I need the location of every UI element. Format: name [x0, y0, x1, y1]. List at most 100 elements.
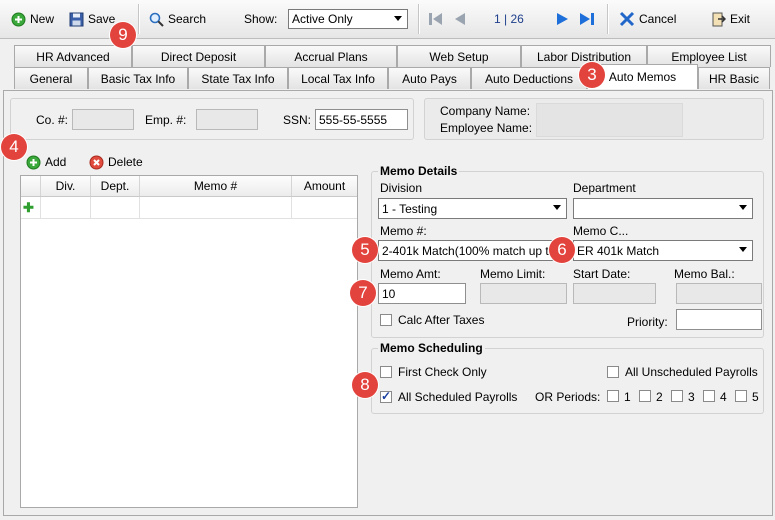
memo-balance-label: Memo Bal.:: [674, 267, 735, 281]
new-row-plus-icon: ✚: [23, 200, 34, 215]
tab-auto-pays[interactable]: Auto Pays: [388, 67, 471, 89]
memo-balance-field[interactable]: [676, 283, 762, 304]
memo-number-select[interactable]: 2-401k Match(100% match up t: [378, 240, 567, 261]
period-3-checkbox[interactable]: [671, 390, 683, 402]
tab-general[interactable]: General: [14, 67, 88, 89]
tab-label: Accrual Plans: [294, 49, 368, 64]
priority-field[interactable]: [676, 309, 762, 330]
tab-label: Direct Deposit: [160, 49, 237, 64]
employee-number-field[interactable]: [196, 109, 258, 130]
floppy-disk-icon: [68, 11, 84, 27]
period-1-label: 1: [624, 390, 631, 404]
grid-row-header: [21, 176, 41, 196]
calc-after-taxes-checkbox[interactable]: [380, 314, 392, 326]
tab-label: Labor Distribution: [536, 49, 632, 64]
first-record-icon[interactable]: [428, 11, 444, 27]
tab-local-tax-info[interactable]: Local Tax Info: [288, 67, 388, 89]
period-2-checkbox[interactable]: [639, 390, 651, 402]
tab-hr-basic[interactable]: HR Basic: [698, 67, 770, 89]
tab-direct-deposit[interactable]: Direct Deposit: [132, 45, 265, 67]
column-header-dept[interactable]: Dept.: [91, 176, 140, 196]
column-header-div[interactable]: Div.: [41, 176, 91, 196]
new-row-indicator[interactable]: ✚: [21, 197, 41, 219]
tab-label: Local Tax Info: [301, 71, 375, 86]
company-number-field[interactable]: [72, 109, 134, 130]
tab-accrual-plans[interactable]: Accrual Plans: [265, 45, 397, 67]
period-4-checkbox[interactable]: [703, 390, 715, 402]
memo-number-value: 2-401k Match(100% match up t: [382, 243, 549, 258]
tab-state-tax-info[interactable]: State Tax Info: [188, 67, 288, 89]
all-scheduled-payrolls-checkbox[interactable]: [380, 389, 392, 403]
memo-amount-field[interactable]: 10: [378, 283, 466, 304]
search-icon: [148, 11, 164, 27]
period-2-label: 2: [656, 390, 663, 404]
all-unscheduled-payrolls-checkbox[interactable]: [607, 366, 619, 378]
show-filter-select[interactable]: Active Only: [288, 9, 408, 29]
grid-cell[interactable]: [41, 197, 91, 219]
toolbar-divider: [607, 4, 609, 34]
tab-label: Web Setup: [429, 49, 489, 64]
column-header-memo[interactable]: Memo #: [140, 176, 292, 196]
previous-record-icon[interactable]: [451, 11, 467, 27]
first-check-only-checkbox[interactable]: [380, 366, 392, 378]
division-value: 1 - Testing: [382, 201, 438, 216]
delete-memo-button[interactable]: Delete: [88, 153, 143, 171]
new-label: New: [30, 12, 55, 26]
grid-cell[interactable]: [292, 197, 357, 219]
callout-badge-5: 5: [352, 237, 378, 263]
exit-button[interactable]: Exit: [710, 10, 750, 28]
callout-badge-7: 7: [350, 280, 376, 306]
memo-limit-field[interactable]: [480, 283, 567, 304]
cancel-button[interactable]: Cancel: [619, 10, 676, 28]
toolbar-divider: [418, 4, 420, 34]
ssn-field[interactable]: 555-55-5555: [315, 109, 408, 130]
period-5-checkbox[interactable]: [735, 390, 747, 402]
name-display-box: [536, 103, 683, 137]
department-select[interactable]: [573, 198, 753, 219]
column-header-amount[interactable]: Amount: [292, 176, 357, 196]
start-date-label: Start Date:: [573, 267, 631, 281]
add-memo-button[interactable]: Add: [25, 153, 66, 171]
plus-circle-icon: [10, 11, 26, 27]
delete-x-circle-icon: [88, 154, 104, 170]
chevron-down-icon: [394, 16, 402, 21]
tab-basic-tax-info[interactable]: Basic Tax Info: [88, 67, 188, 89]
next-record-icon[interactable]: [555, 11, 571, 27]
tab-label: Auto Deductions: [484, 71, 574, 86]
cancel-x-icon: [619, 11, 635, 27]
priority-label: Priority:: [627, 315, 668, 329]
record-position: 1 | 26: [494, 12, 524, 26]
employee-name-label: Employee Name:: [440, 121, 533, 135]
search-button[interactable]: Search: [148, 10, 206, 28]
grid-cell[interactable]: [91, 197, 140, 219]
memo-code-select[interactable]: ER 401k Match: [573, 240, 753, 261]
period-1-checkbox[interactable]: [607, 390, 619, 402]
company-name-label: Company Name:: [440, 104, 531, 118]
last-record-icon[interactable]: [579, 11, 595, 27]
period-4-label: 4: [720, 390, 727, 404]
new-button[interactable]: New: [10, 10, 54, 28]
division-select[interactable]: 1 - Testing: [378, 198, 567, 219]
grid-cell[interactable]: [140, 197, 292, 219]
chevron-down-icon: [739, 205, 747, 210]
grid-header: Div. Dept. Memo # Amount: [21, 176, 357, 197]
tab-label: Employee List: [671, 49, 747, 64]
period-3-label: 3: [688, 390, 695, 404]
save-button[interactable]: Save: [68, 10, 115, 28]
start-date-field[interactable]: [573, 283, 656, 304]
division-label: Division: [380, 181, 423, 195]
ssn-label: SSN:: [283, 113, 312, 127]
emp-label: Emp. #:: [145, 113, 187, 127]
department-label: Department: [573, 181, 636, 195]
all-scheduled-payrolls-label: All Scheduled Payrolls: [398, 390, 518, 404]
tab-web-setup[interactable]: Web Setup: [397, 45, 521, 67]
callout-badge-9: 9: [110, 22, 136, 48]
tab-label: HR Basic: [708, 71, 759, 86]
tab-hr-advanced[interactable]: HR Advanced: [14, 45, 132, 67]
callout-badge-6: 6: [549, 237, 575, 263]
tab-auto-deductions[interactable]: Auto Deductions: [471, 67, 587, 89]
cancel-label: Cancel: [639, 12, 677, 26]
tab-label: General: [29, 71, 73, 86]
chevron-down-icon: [739, 247, 747, 252]
co-label: Co. #:: [36, 113, 69, 127]
